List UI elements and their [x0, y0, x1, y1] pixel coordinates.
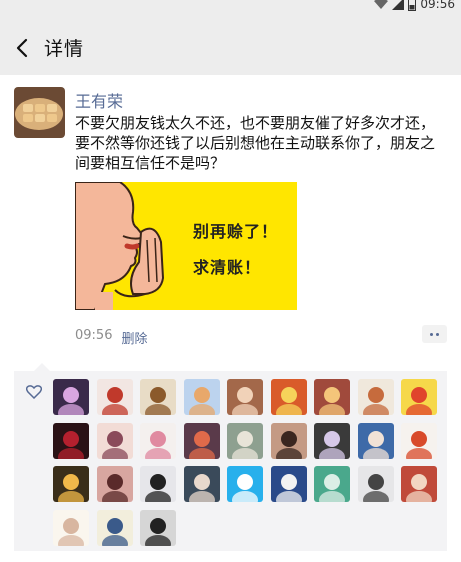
dot-icon	[430, 332, 433, 336]
back-button[interactable]	[0, 20, 44, 75]
liked-avatar[interactable]	[53, 379, 89, 415]
avatar-cat-icon	[183, 379, 220, 415]
liked-avatar[interactable]	[314, 466, 350, 502]
post-meta: 09:56 删除	[75, 328, 147, 347]
liked-avatar[interactable]	[227, 379, 263, 415]
liked-avatar[interactable]	[53, 422, 89, 459]
liked-avatar[interactable]	[314, 422, 350, 459]
liked-avatar[interactable]	[270, 422, 307, 459]
avatar-sunset-icon	[183, 422, 220, 459]
avatar-blue-hair-icon	[357, 422, 394, 459]
liked-avatar[interactable]	[96, 422, 133, 459]
wifi-icon	[374, 0, 389, 9]
heart-icon	[26, 385, 42, 399]
post-time: 09:56	[75, 328, 113, 343]
liked-avatar[interactable]	[314, 379, 350, 415]
avatar-building-icon	[314, 466, 350, 502]
liked-avatar[interactable]	[183, 422, 220, 459]
status-icons: 09:56	[374, 0, 455, 12]
chevron-left-icon	[16, 38, 28, 57]
avatar-pikachu-icon	[401, 379, 437, 415]
avatar-dog-icon	[270, 379, 307, 415]
avatar-pink-hair-icon	[140, 422, 176, 459]
liked-avatar[interactable]	[227, 422, 263, 459]
liked-avatar[interactable]	[53, 466, 89, 502]
avatar-cartoon-man-icon	[96, 509, 133, 546]
liked-avatar[interactable]	[401, 422, 437, 459]
avatar-old-man-icon	[140, 509, 176, 546]
avatar-hat-icon	[357, 466, 394, 502]
avatar-bunny-sketch-icon	[53, 509, 89, 546]
liked-avatar[interactable]	[140, 422, 176, 459]
signal-icon	[392, 0, 405, 10]
whisper-hand-icon	[75, 182, 165, 310]
post-text: 不要欠朋友钱太久不还，也不要朋友催了好多次才还，要不然等你还钱了以后别想他在主动…	[75, 114, 436, 172]
avatar-anime-girl-icon	[96, 379, 133, 415]
liked-avatar[interactable]	[140, 466, 176, 502]
avatar-robot-icon	[357, 379, 394, 415]
dot-icon	[436, 332, 439, 336]
avatar-landscape-icon	[314, 379, 350, 415]
author-avatar[interactable]	[14, 87, 65, 138]
avatar-anime-boy-icon	[96, 422, 133, 459]
liked-avatar[interactable]	[183, 466, 220, 502]
delete-link[interactable]: 删除	[121, 328, 147, 347]
liked-avatar[interactable]	[357, 379, 394, 415]
avatar-dark-girl-icon	[53, 422, 89, 459]
poster-line2: 求清账！	[193, 258, 262, 277]
page-title: 详情	[44, 38, 85, 60]
liked-avatar[interactable]	[270, 379, 307, 415]
avatar-woman-icon	[270, 422, 307, 459]
avatar-person-icon	[227, 379, 263, 415]
liked-avatar[interactable]	[53, 509, 89, 546]
avatar-rabbit-icon	[227, 466, 263, 502]
liked-avatar[interactable]	[401, 466, 437, 502]
more-actions-button[interactable]	[422, 325, 447, 343]
poster-line1: 别再赊了！	[193, 222, 279, 241]
avatar-mountain-icon	[227, 422, 263, 459]
liked-avatar[interactable]	[183, 379, 220, 415]
liked-avatar[interactable]	[357, 466, 394, 502]
liked-avatar[interactable]	[96, 379, 133, 415]
liked-avatar[interactable]	[140, 509, 176, 546]
avatar-penguin-icon	[270, 466, 307, 502]
avatar-girl-portrait-icon	[96, 466, 133, 502]
liked-avatar[interactable]	[357, 422, 394, 459]
avatar-night-sky-icon	[53, 466, 89, 502]
nav-header: 详情	[0, 20, 461, 75]
post-image[interactable]: 别再赊了！ 求清账！	[75, 182, 297, 310]
liked-avatar[interactable]	[140, 379, 176, 415]
battery-icon	[408, 0, 417, 11]
liked-avatar[interactable]	[401, 379, 437, 415]
avatar-man-glasses-icon	[140, 466, 176, 502]
avatar-eye-mask-icon	[314, 422, 350, 459]
avatar-dark-hair-icon	[183, 466, 220, 502]
status-time: 09:56	[420, 0, 455, 11]
liked-avatar[interactable]	[227, 466, 263, 502]
liked-avatar[interactable]	[96, 466, 133, 502]
likes-panel	[14, 363, 447, 551]
bread-photo-icon	[14, 87, 65, 138]
liked-avatar[interactable]	[96, 509, 133, 546]
author-name[interactable]: 王有荣	[75, 88, 123, 112]
liked-avatar[interactable]	[270, 466, 307, 502]
avatar-galaxy-icon	[53, 379, 89, 415]
status-bar: 09:56	[0, 0, 461, 20]
avatar-red-girl-icon	[401, 466, 437, 502]
avatar-deer-icon	[140, 379, 176, 415]
avatar-fox-icon	[401, 422, 437, 459]
